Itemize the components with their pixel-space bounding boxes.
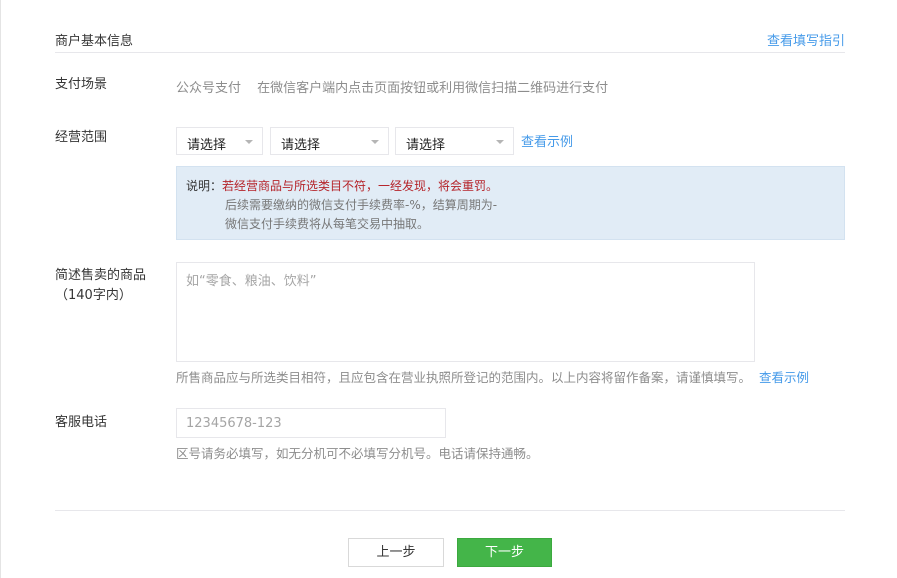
service-phone-help: 区号请务必填写，如无分机可不必填写分机号。电话请保持通畅。 xyxy=(176,446,539,461)
business-scope-label: 经营范围 xyxy=(55,130,108,145)
left-border xyxy=(0,0,1,578)
service-phone-label: 客服电话 xyxy=(55,415,108,430)
footer-divider xyxy=(55,510,845,511)
payment-scene-type: 公众号支付 xyxy=(176,81,242,96)
notice-warning: 若经营商品与所选类目不符，一经发现，将会重罚。 xyxy=(222,179,499,193)
category-select-1[interactable]: 请选择 xyxy=(176,127,263,155)
fill-guide-link[interactable]: 查看填写指引 xyxy=(767,30,845,49)
section-title: 商户基本信息 xyxy=(55,34,134,49)
notice-line-1: 说明：若经营商品与所选类目不符，一经发现，将会重罚。 xyxy=(186,177,835,196)
category-select-2-value: 请选择 xyxy=(281,138,321,153)
category-select-3[interactable]: 请选择 xyxy=(395,127,514,155)
goods-label-line1: 简述售卖的商品 xyxy=(55,268,147,283)
payment-scene-description: 在微信客户端内点击页面按钮或利用微信扫描二维码进行支付 xyxy=(257,81,609,96)
prev-step-button[interactable]: 上一步 xyxy=(348,538,444,567)
chevron-down-icon xyxy=(496,140,504,144)
goods-help-text: 所售商品应与所选类目相符，且应包含在营业执照所登记的范围内。以上内容将留作备案，… xyxy=(176,367,809,386)
fee-notice: 说明：若经营商品与所选类目不符，一经发现，将会重罚。 后续需要缴纳的微信支付手续… xyxy=(176,166,845,240)
section-header: 商户基本信息 查看填写指引 xyxy=(55,28,845,53)
notice-prefix: 说明： xyxy=(186,179,223,193)
payment-scene-value: 公众号支付 在微信客户端内点击页面按钮或利用微信扫描二维码进行支付 xyxy=(176,77,608,96)
goods-label-line2: （140字内） xyxy=(55,288,132,303)
goods-label: 简述售卖的商品 （140字内） xyxy=(55,266,146,306)
goods-help-message: 所售商品应与所选类目相符，且应包含在营业执照所登记的范围内。以上内容将留作备案，… xyxy=(176,370,752,385)
notice-line-3: 微信支付手续费将从每笔交易中抽取。 xyxy=(225,217,430,231)
payment-scene-label: 支付场景 xyxy=(55,77,108,92)
category-select-3-value: 请选择 xyxy=(406,138,446,153)
goods-example-link[interactable]: 查看示例 xyxy=(759,370,809,385)
chevron-down-icon xyxy=(245,140,253,144)
notice-line-2: 后续需要缴纳的微信支付手续费率-%，结算周期为- xyxy=(225,198,498,212)
next-step-button[interactable]: 下一步 xyxy=(457,538,552,567)
scope-example-link[interactable]: 查看示例 xyxy=(521,131,573,150)
category-select-2[interactable]: 请选择 xyxy=(270,127,389,155)
service-phone-input[interactable]: 12345678-123 xyxy=(176,408,446,438)
goods-description-textarea[interactable]: 如“零食、粮油、饮料” xyxy=(176,262,755,362)
chevron-down-icon xyxy=(371,140,379,144)
category-select-1-value: 请选择 xyxy=(187,138,227,153)
